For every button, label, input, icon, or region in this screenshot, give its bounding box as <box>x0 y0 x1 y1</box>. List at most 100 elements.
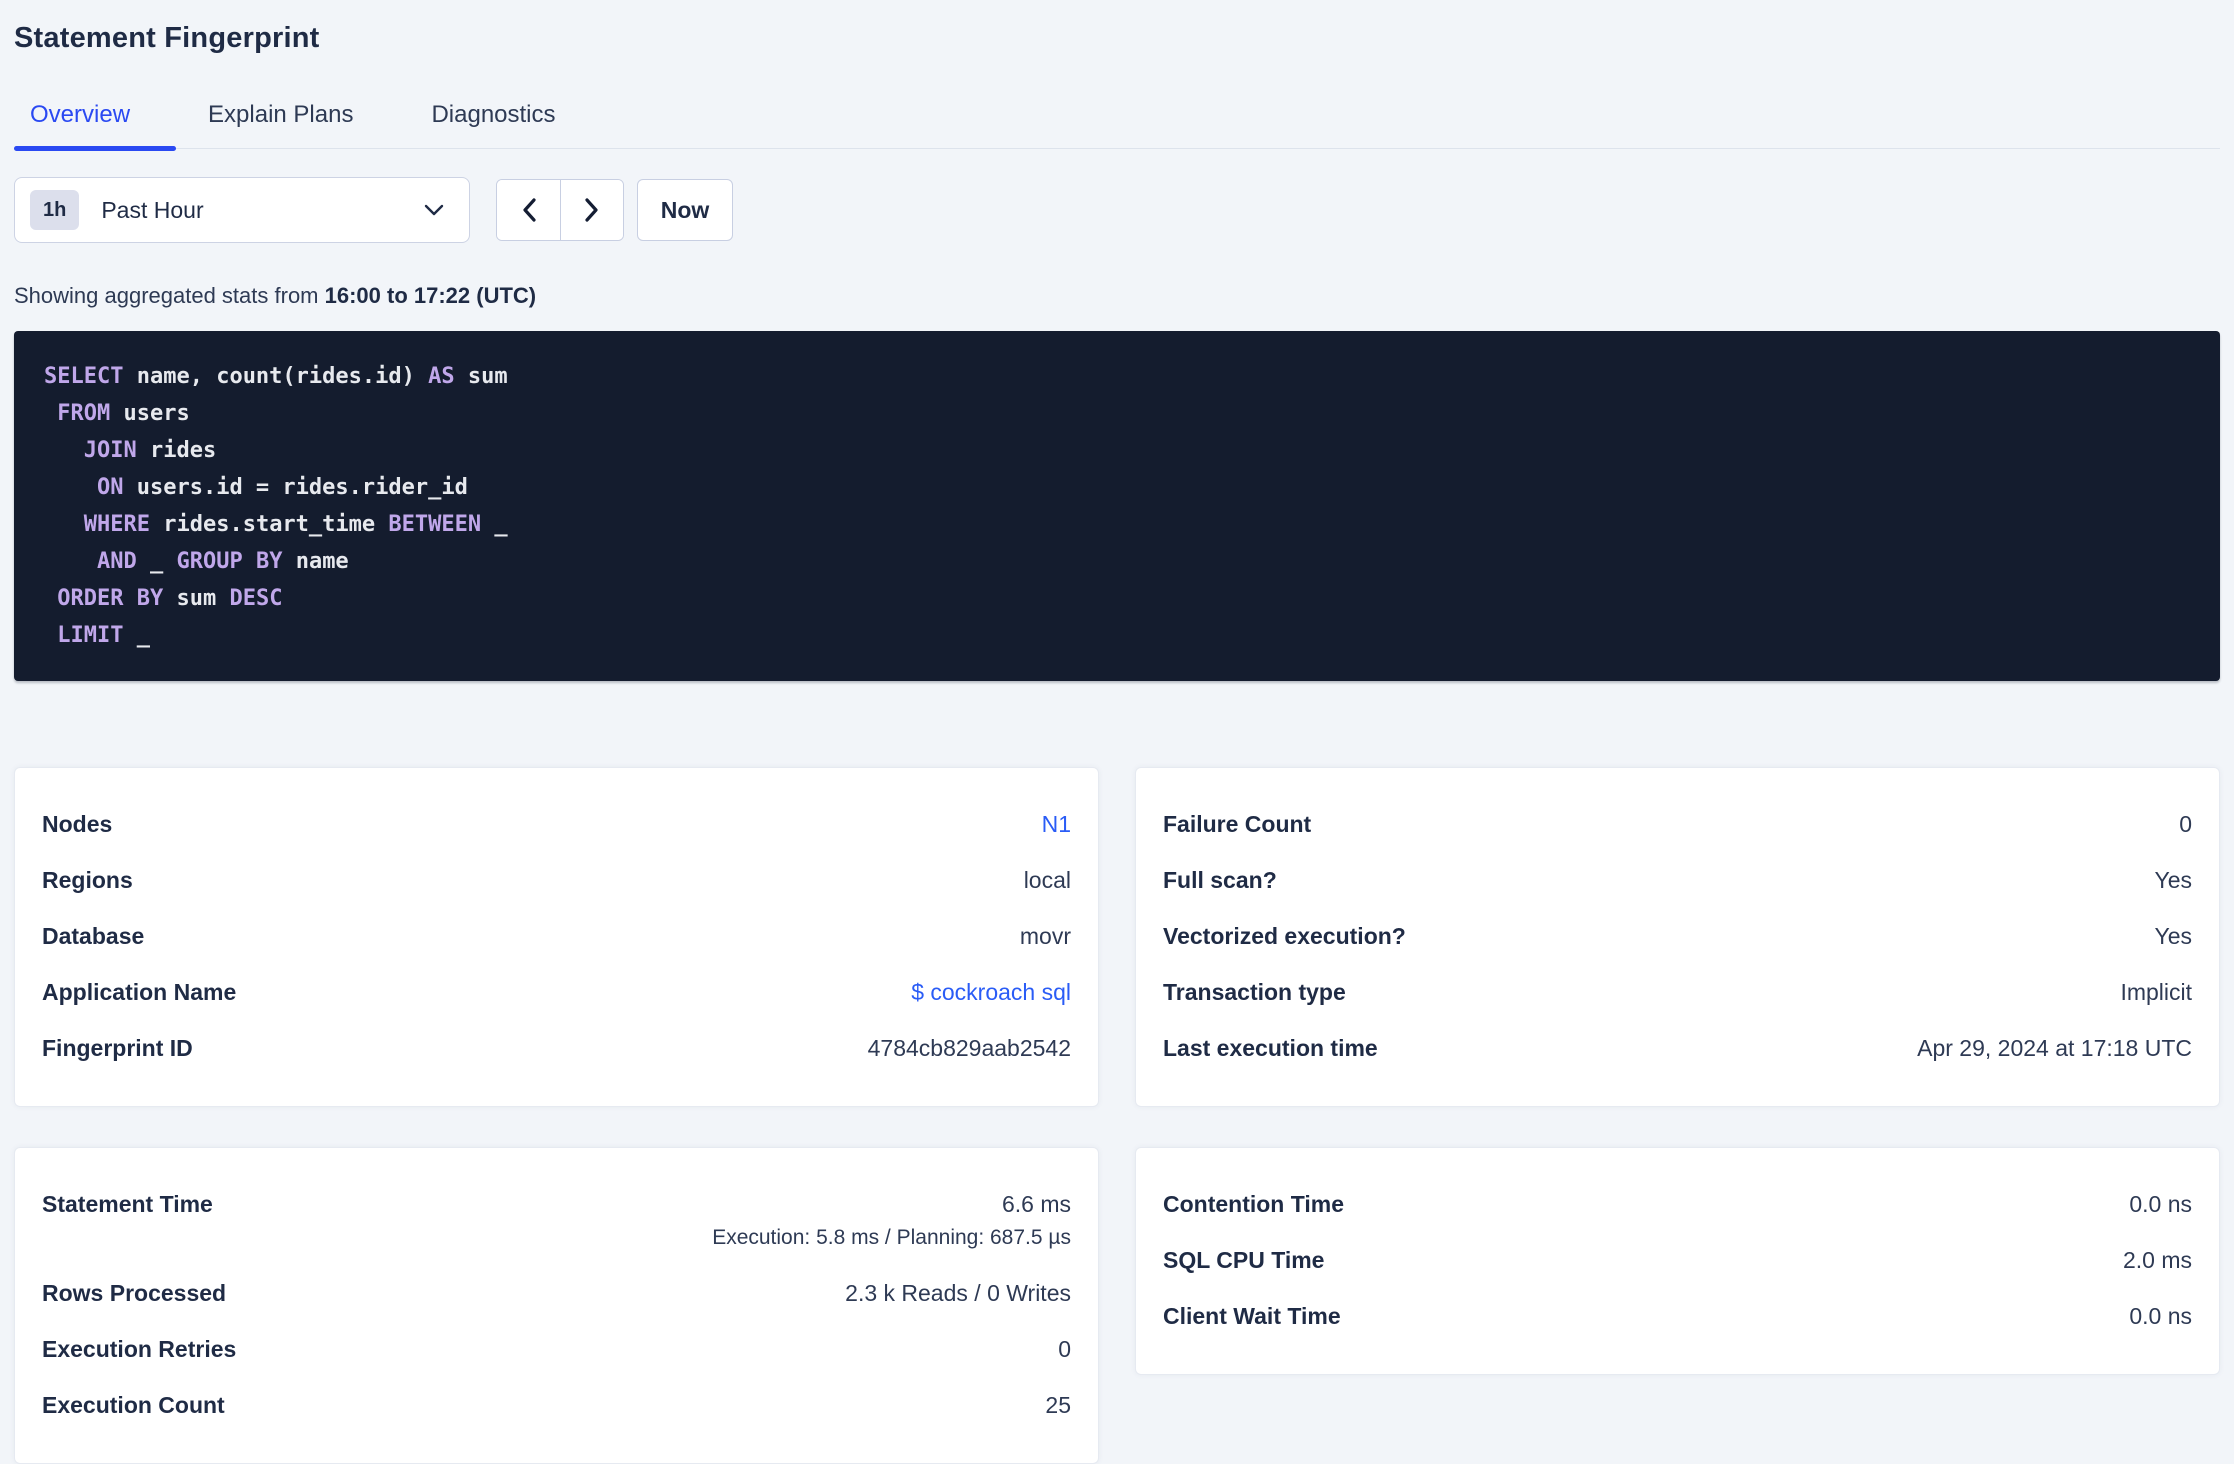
nodes-label: Nodes <box>42 811 113 837</box>
now-button[interactable]: Now <box>637 179 733 241</box>
next-time-button[interactable] <box>560 180 623 240</box>
regions-value-group: local <box>1024 867 1071 893</box>
row-contention-time: Contention Time 0.0 ns <box>1163 1176 2192 1232</box>
execution-retries-value-group: 0 <box>1058 1336 1071 1362</box>
sql-text: name <box>282 549 349 574</box>
row-sql-cpu-time: SQL CPU Time 2.0 ms <box>1163 1232 2192 1288</box>
execution-count-value-group: 25 <box>1045 1392 1071 1418</box>
sql-code-line: LIMIT _ <box>44 617 2190 654</box>
row-nodes: Nodes N1 <box>42 796 1071 852</box>
fingerprint-id-label: Fingerprint ID <box>42 1035 193 1061</box>
sql-keyword: LIMIT <box>57 623 124 648</box>
statement-time-value: 6.6 ms <box>1001 1191 1071 1217</box>
stats-caption-range: 16:00 to 17:22 (UTC) <box>324 283 537 308</box>
failure-count-value-group: 0 <box>2179 811 2192 837</box>
time-range-label: Past Hour <box>101 196 204 223</box>
statement-times-card: Statement Time 6.6 ms Execution: 5.8 ms / … <box>14 1147 1099 1464</box>
sql-text: users.id = rides.rider_id <box>123 475 468 500</box>
vectorized-execution-label: Vectorized execution? <box>1163 923 1406 949</box>
sql-keyword: ON <box>96 475 124 500</box>
last-execution-time-value: Apr 29, 2024 at 17:18 UTC <box>1917 1035 2192 1061</box>
sql-keyword: SELECT <box>44 364 124 389</box>
client-wait-time-label: Client Wait Time <box>1163 1303 1341 1329</box>
contention-time-value-group: 0.0 ns <box>2129 1191 2192 1217</box>
sql-text: rides.start_time <box>149 512 389 537</box>
row-database: Database movr <box>42 908 1071 964</box>
sql-text: sum <box>163 586 230 611</box>
full-scan-value: Yes <box>2154 867 2192 893</box>
wait-times-card: Contention Time 0.0 ns SQL CPU Time 2.0 ms C… <box>1135 1147 2220 1375</box>
tab-diagnostics[interactable]: Diagnostics <box>415 102 601 148</box>
failure-count-value: 0 <box>2179 811 2192 837</box>
row-execution-retries: Execution Retries 0 <box>42 1321 1071 1377</box>
row-application-name: Application Name $ cockroach sql <box>42 964 1071 1020</box>
sql-code-line: FROM users <box>44 395 2190 432</box>
sql-text: _ <box>123 623 150 648</box>
sql-code-line: SELECT name, count(rides.id) AS sum <box>44 358 2190 395</box>
time-nav-buttons <box>496 179 624 241</box>
client-wait-time-value: 0.0 ns <box>2129 1303 2192 1329</box>
sql-code-line: WHERE rides.start_time BETWEEN _ <box>44 506 2190 543</box>
row-rows-processed: Rows Processed 2.3 k Reads / 0 Writes <box>42 1265 1071 1321</box>
tab-overview[interactable]: Overview <box>14 102 177 151</box>
sql-keyword: BETWEEN <box>388 512 482 537</box>
execution-attributes-card: Failure Count 0 Full scan? Yes Vectorized ex… <box>1135 767 2220 1107</box>
row-transaction-type: Transaction type Implicit <box>1163 964 2192 1020</box>
sql-keyword: GROUP BY <box>176 549 283 574</box>
application-name-link[interactable]: $ cockroach sql <box>911 979 1071 1005</box>
sql-text: users <box>110 401 190 426</box>
last-execution-time-label: Last execution time <box>1163 1035 1378 1061</box>
fingerprint-id-value-group: 4784cb829aab2542 <box>868 1035 1071 1061</box>
rows-processed-value-group: 2.3 k Reads / 0 Writes <box>845 1280 1071 1306</box>
sql-keyword: AS <box>428 364 455 389</box>
execution-count-value: 25 <box>1045 1392 1071 1418</box>
chevron-left-icon <box>521 197 537 223</box>
database-value: movr <box>1019 923 1071 949</box>
sql-cpu-time-label: SQL CPU Time <box>1163 1247 1325 1273</box>
tab-bar: Overview Explain Plans Diagnostics <box>14 102 2220 151</box>
statement-fingerprint-page: Statement Fingerprint Overview Explain Pl… <box>0 0 2234 1464</box>
row-full-scan: Full scan? Yes <box>1163 852 2192 908</box>
vectorized-execution-value: Yes <box>2154 923 2192 949</box>
fingerprint-id-value: 4784cb829aab2542 <box>867 1035 1071 1061</box>
sql-code-line: ON users.id = rides.rider_id <box>44 469 2190 506</box>
regions-label: Regions <box>42 867 133 893</box>
regions-value: local <box>1023 867 1071 893</box>
contention-time-value: 0.0 ns <box>2129 1191 2192 1217</box>
statement-time-label: Statement Time <box>42 1191 213 1217</box>
sql-text: _ <box>481 512 508 537</box>
chevron-right-icon <box>584 197 600 223</box>
nodes-link[interactable]: N1 <box>1042 811 1071 837</box>
client-wait-time-value-group: 0.0 ns <box>2129 1303 2192 1329</box>
row-vectorized-execution: Vectorized execution? Yes <box>1163 908 2192 964</box>
sql-text: name, count(rides.id) <box>123 364 429 389</box>
last-execution-time-value-group: Apr 29, 2024 at 17:18 UTC <box>1917 1035 2192 1061</box>
prev-time-button[interactable] <box>497 180 560 240</box>
application-name-label: Application Name <box>42 979 237 1005</box>
sql-text: _ <box>136 549 177 574</box>
info-cards-row-1: Nodes N1 Regions local Database movr Applicati… <box>14 767 2220 1107</box>
full-scan-value-group: Yes <box>2154 867 2192 893</box>
nodes-value-group: N1 <box>1042 811 1071 837</box>
page-title: Statement Fingerprint <box>14 22 320 54</box>
row-execution-count: Execution Count 25 <box>42 1377 1071 1433</box>
sql-keyword: JOIN <box>83 438 137 463</box>
full-scan-label: Full scan? <box>1163 867 1277 893</box>
row-failure-count: Failure Count 0 <box>1163 796 2192 852</box>
failure-count-label: Failure Count <box>1163 811 1312 837</box>
stats-caption: Showing aggregated stats from 16:00 to 1… <box>14 283 2220 309</box>
statement-details-card: Nodes N1 Regions local Database movr Applicati… <box>14 767 1099 1107</box>
stats-caption-prefix: Showing aggregated stats from <box>14 283 325 308</box>
row-fingerprint-id: Fingerprint ID 4784cb829aab2542 <box>42 1020 1071 1076</box>
time-toolbar: 1h Past Hour Now <box>14 177 2220 243</box>
execution-retries-label: Execution Retries <box>42 1336 237 1362</box>
time-range-dropdown[interactable]: 1h Past Hour <box>14 177 470 243</box>
tab-explain-plans[interactable]: Explain Plans <box>192 102 399 148</box>
